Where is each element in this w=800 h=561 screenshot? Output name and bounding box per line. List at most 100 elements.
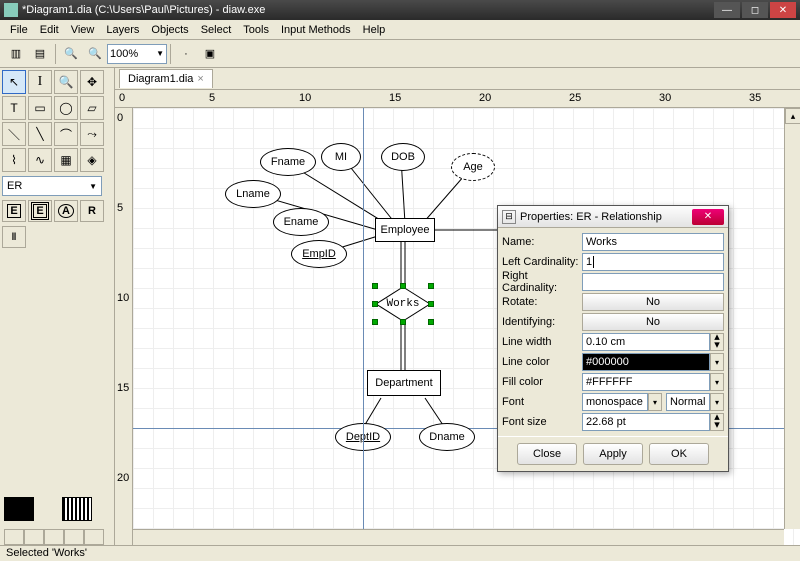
- selection-handle[interactable]: [372, 283, 378, 289]
- er-attribute-dob[interactable]: DOB: [381, 143, 425, 171]
- maximize-button[interactable]: ◻: [742, 2, 768, 18]
- toolbar-button[interactable]: ▤: [29, 43, 51, 65]
- font-family-dropdown[interactable]: ▾: [648, 393, 662, 411]
- fontsize-spinner[interactable]: ▴▾: [710, 413, 724, 431]
- toolbar-button[interactable]: ·: [175, 43, 197, 65]
- font-style-dropdown[interactable]: ▾: [710, 393, 724, 411]
- polyline-tool[interactable]: ⌇: [2, 148, 26, 172]
- menu-file[interactable]: File: [4, 22, 34, 38]
- zigzag-tool[interactable]: ⤳: [80, 122, 104, 146]
- selection-handle[interactable]: [400, 319, 406, 325]
- line-tool[interactable]: ＼: [2, 122, 26, 146]
- toolbar-button[interactable]: ▥: [5, 43, 27, 65]
- line-tool-2[interactable]: ╲: [28, 122, 52, 146]
- dialog-titlebar[interactable]: ⊟ Properties: ER - Relationship ✕: [498, 206, 728, 228]
- er-attribute-age[interactable]: Age: [451, 153, 495, 181]
- er-entity-button[interactable]: E: [2, 200, 26, 222]
- pointer-tool[interactable]: ↖: [2, 70, 26, 94]
- image-tool[interactable]: ▦: [54, 148, 78, 172]
- arc-tool[interactable]: ⌒: [54, 122, 78, 146]
- menu-select[interactable]: Select: [195, 22, 238, 38]
- menubar: File Edit View Layers Objects Select Too…: [0, 20, 800, 40]
- linecolor-dropdown[interactable]: ▾: [710, 353, 724, 371]
- dialog-title: Properties: ER - Relationship: [520, 211, 662, 223]
- text-tool[interactable]: I: [28, 70, 52, 94]
- tab-close-icon[interactable]: ×: [197, 73, 203, 85]
- er-weak-entity-button[interactable]: E: [28, 200, 52, 222]
- vertical-scrollbar[interactable]: ▴: [784, 108, 800, 529]
- leftcard-input[interactable]: 1: [582, 253, 724, 271]
- outline-tool[interactable]: ◈: [80, 148, 104, 172]
- dialog-icon: ⊟: [502, 210, 516, 224]
- rightcard-label: Right Cardinality:: [502, 270, 582, 294]
- ok-button[interactable]: OK: [649, 443, 709, 465]
- polygon-tool[interactable]: ▱: [80, 96, 104, 120]
- close-button[interactable]: ✕: [770, 2, 796, 18]
- scroll-up-button[interactable]: ▴: [785, 108, 800, 124]
- minimize-button[interactable]: —: [714, 2, 740, 18]
- fillcolor-value[interactable]: #FFFFFF: [582, 373, 710, 391]
- selection-handle[interactable]: [372, 301, 378, 307]
- er-relationship-button[interactable]: R: [80, 200, 104, 222]
- font-family-value[interactable]: monospace: [582, 393, 648, 411]
- fontsize-input[interactable]: 22.68 pt: [582, 413, 710, 431]
- ellipse-tool[interactable]: ◯: [54, 96, 78, 120]
- menu-view[interactable]: View: [65, 22, 101, 38]
- shapeset-combo[interactable]: ER ▼: [2, 176, 102, 196]
- identifying-toggle[interactable]: No: [582, 313, 724, 331]
- selection-handle[interactable]: [400, 283, 406, 289]
- leftcard-label: Left Cardinality:: [502, 256, 582, 268]
- selection-handle[interactable]: [428, 319, 434, 325]
- er-participation-button[interactable]: ‖: [2, 226, 26, 248]
- pattern-swatch[interactable]: [62, 497, 92, 521]
- name-input[interactable]: Works: [582, 233, 724, 251]
- er-attribute-lname[interactable]: Lname: [225, 180, 281, 208]
- selection-handle[interactable]: [372, 319, 378, 325]
- er-entity-department[interactable]: Department: [367, 370, 441, 396]
- er-attribute-fname[interactable]: Fname: [260, 148, 316, 176]
- linewidth-input[interactable]: 0.10 cm: [582, 333, 710, 351]
- er-attribute-ename[interactable]: Ename: [273, 208, 329, 236]
- menu-edit[interactable]: Edit: [34, 22, 65, 38]
- menu-objects[interactable]: Objects: [145, 22, 194, 38]
- linewidth-label: Line width: [502, 336, 582, 348]
- zoom-in-button[interactable]: 🔍: [84, 43, 106, 65]
- selection-handle[interactable]: [428, 301, 434, 307]
- zoom-out-button[interactable]: 🔍: [60, 43, 82, 65]
- zoom-combo[interactable]: 100%▼: [107, 44, 167, 64]
- horizontal-scrollbar[interactable]: [133, 529, 784, 545]
- fg-bg-swatch[interactable]: [4, 497, 34, 521]
- er-relationship-works[interactable]: Works: [375, 286, 431, 322]
- selection-handle[interactable]: [428, 283, 434, 289]
- linewidth-spinner[interactable]: ▴▾: [710, 333, 724, 351]
- linecolor-label: Line color: [502, 356, 582, 368]
- dialog-close-button[interactable]: ✕: [692, 209, 724, 225]
- er-attribute-button[interactable]: A: [54, 200, 78, 222]
- tool-panel: ↖ I 🔍 ✥ T ▭ ◯ ▱ ＼ ╲ ⌒ ⤳ ⌇ ∿ ▦ ◈ ER ▼ E E…: [0, 68, 115, 545]
- menu-help[interactable]: Help: [357, 22, 392, 38]
- zoom-tool[interactable]: 🔍: [54, 70, 78, 94]
- close-button[interactable]: Close: [517, 443, 577, 465]
- er-entity-employee[interactable]: Employee: [375, 218, 435, 242]
- menu-tools[interactable]: Tools: [237, 22, 275, 38]
- pan-tool[interactable]: ✥: [80, 70, 104, 94]
- rotate-toggle[interactable]: No: [582, 293, 724, 311]
- font-style-value[interactable]: Normal: [666, 393, 710, 411]
- er-attribute-dname[interactable]: Dname: [419, 423, 475, 451]
- apply-button[interactable]: Apply: [583, 443, 643, 465]
- er-attribute-empid[interactable]: EmpID: [291, 240, 347, 268]
- er-attribute-deptid[interactable]: DeptID: [335, 423, 391, 451]
- rightcard-input[interactable]: [582, 273, 724, 291]
- er-attribute-mi[interactable]: MI: [321, 143, 361, 171]
- document-tab[interactable]: Diagram1.dia ×: [119, 69, 213, 88]
- toolbar-button[interactable]: ▣: [199, 43, 221, 65]
- linecolor-value[interactable]: #000000: [582, 353, 710, 371]
- text-tool-2[interactable]: T: [2, 96, 26, 120]
- menu-input-methods[interactable]: Input Methods: [275, 22, 357, 38]
- fillcolor-dropdown[interactable]: ▾: [710, 373, 724, 391]
- linewidth-picker[interactable]: [4, 529, 104, 545]
- bezier-tool[interactable]: ∿: [28, 148, 52, 172]
- menu-layers[interactable]: Layers: [100, 22, 145, 38]
- box-tool[interactable]: ▭: [28, 96, 52, 120]
- properties-dialog: ⊟ Properties: ER - Relationship ✕ Name:W…: [497, 205, 729, 472]
